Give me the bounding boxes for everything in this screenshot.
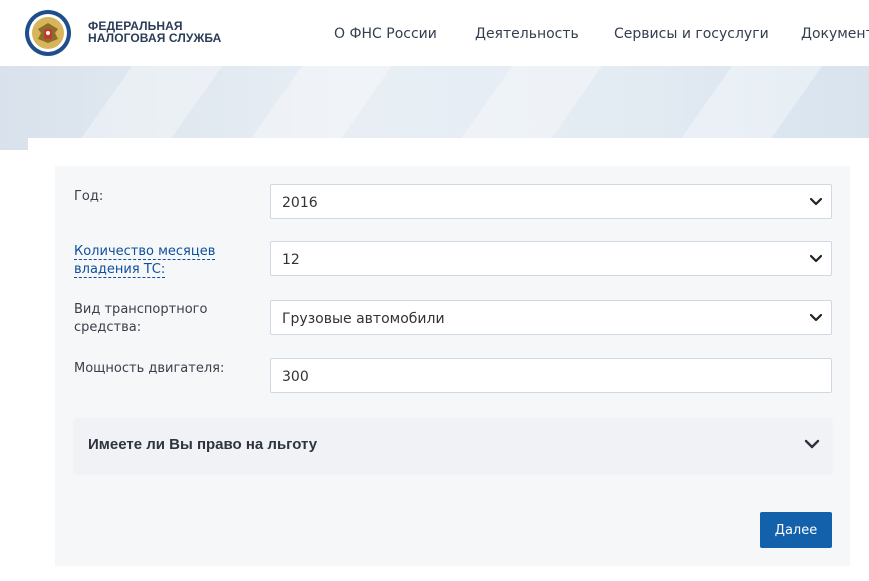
year-label: Год: (74, 189, 104, 204)
nav-item-about[interactable]: О ФНС России (334, 26, 437, 42)
nav-item-documents[interactable]: Документ (801, 26, 869, 42)
chevron-down-icon (809, 254, 823, 263)
chevron-down-icon (804, 439, 820, 449)
year-select[interactable]: 2016 (270, 184, 832, 219)
benefit-title: Имеете ли Вы право на льготу (88, 436, 318, 453)
vehicle-type-value: Грузовые автомобили (282, 311, 445, 327)
vehicle-type-select[interactable]: Грузовые автомобили (270, 300, 832, 335)
engine-power-value: 300 (282, 369, 309, 385)
chevron-down-icon (809, 197, 823, 206)
nav-item-activity[interactable]: Деятельность (475, 26, 579, 42)
tax-form: Год: 2016 Количество месяцев владения ТС… (55, 166, 850, 566)
months-label[interactable]: Количество месяцев владения ТС: (74, 243, 244, 279)
site-header: ФЕДЕРАЛЬНАЯ НАЛОГОВАЯ СЛУЖБА О ФНС Росси… (0, 0, 869, 66)
next-button[interactable]: Далее (760, 512, 832, 548)
vehicle-type-label: Вид транспортного средства: (74, 302, 208, 335)
main-nav: О ФНС России Деятельность Сервисы и госу… (0, 26, 869, 46)
engine-power-label: Мощность двигателя: (74, 361, 225, 376)
months-value: 12 (282, 252, 300, 268)
chevron-down-icon (809, 313, 823, 322)
months-label-text: Количество месяцев владения ТС: (74, 244, 216, 278)
calculator-card: Год: 2016 Количество месяцев владения ТС… (28, 138, 869, 581)
nav-item-services[interactable]: Сервисы и госуслуги (614, 26, 769, 42)
engine-power-input[interactable]: 300 (270, 358, 832, 393)
benefit-accordion[interactable]: Имеете ли Вы право на льготу (74, 418, 832, 473)
months-select[interactable]: 12 (270, 241, 832, 276)
year-value: 2016 (282, 195, 318, 211)
